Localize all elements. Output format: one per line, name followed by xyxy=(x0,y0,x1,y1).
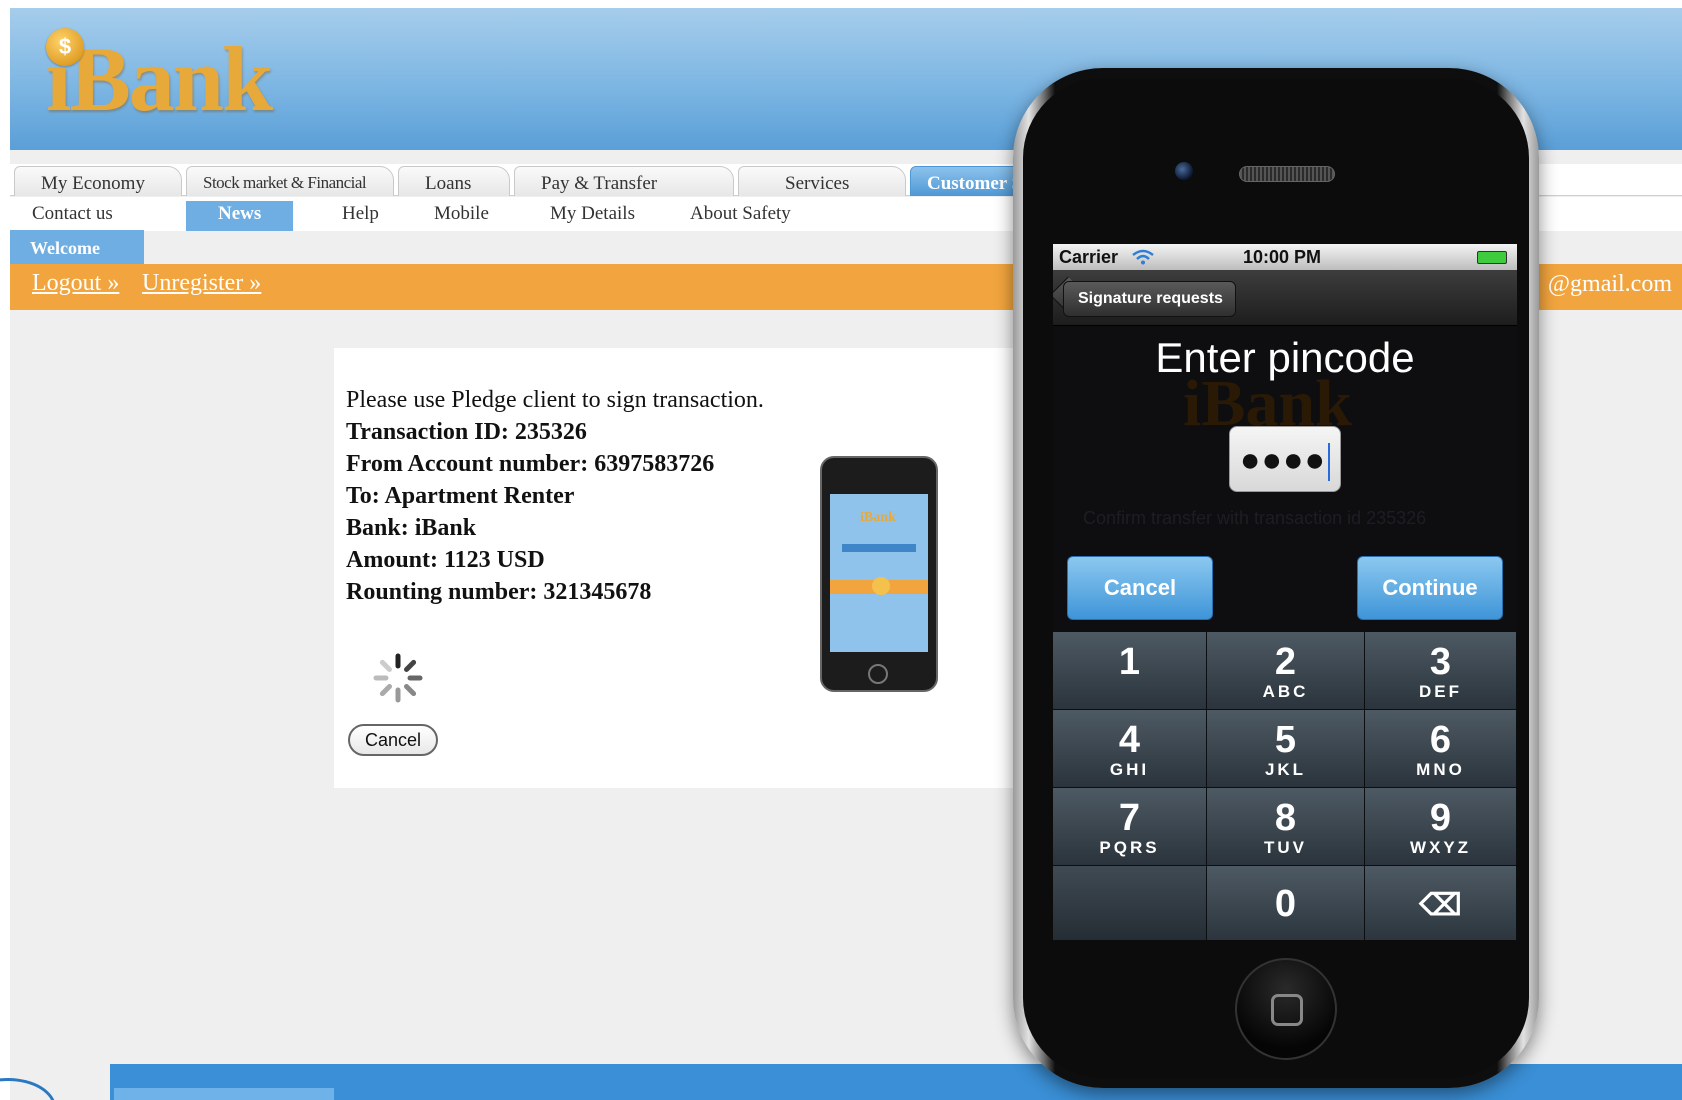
back-button[interactable]: Signature requests xyxy=(1063,281,1236,317)
transaction-message: Please use Pledge client to sign transac… xyxy=(346,384,764,608)
wifi-icon xyxy=(1131,249,1155,270)
key-5[interactable]: 5 JKL xyxy=(1207,710,1365,788)
welcome-label: Welcome xyxy=(10,230,144,264)
key-0[interactable]: 0 xyxy=(1207,866,1365,940)
cancel-button[interactable]: Cancel xyxy=(348,724,438,756)
carrier-label: Carrier xyxy=(1059,247,1119,267)
phone-illustration: iBank xyxy=(820,456,938,692)
speaker-grille xyxy=(1239,166,1335,182)
phone-illustration-screen: iBank xyxy=(830,494,928,652)
key-7[interactable]: 7 PQRS xyxy=(1053,788,1207,866)
to-recipient: To: Apartment Renter xyxy=(346,483,575,509)
key-blank xyxy=(1053,866,1207,940)
subnav-mobile[interactable]: Mobile xyxy=(434,203,489,225)
text-caret xyxy=(1328,443,1331,482)
camera-icon xyxy=(1175,162,1193,180)
transaction-id: Transaction ID: 235326 xyxy=(346,419,587,445)
tab-pay-transfer[interactable]: Pay & Transfer xyxy=(514,166,734,196)
background-text: Confirm transfer with transaction id 235… xyxy=(1083,508,1427,528)
amount: Amount: 1123 USD xyxy=(346,547,545,573)
bank-name: Bank: iBank xyxy=(346,515,477,541)
pincode-title: Enter pincode xyxy=(1155,334,1415,381)
key-2[interactable]: 2 ABC xyxy=(1207,632,1365,710)
tab-stock-market[interactable]: Stock market & Financial xyxy=(186,166,394,196)
key-8[interactable]: 8 TUV xyxy=(1207,788,1365,866)
logout-link[interactable]: Logout » xyxy=(32,270,119,297)
pincode-input[interactable]: ●●●● xyxy=(1229,426,1341,492)
from-account: From Account number: 6397583726 xyxy=(346,451,715,477)
home-button-icon[interactable] xyxy=(1235,958,1337,1060)
numeric-keypad: 1 2 ABC 3 DEF 4 GHI 5 JKL 6 MNO 7 PQRS 8 TUV 9W… xyxy=(1053,632,1517,940)
routing-number: Rounting number: 321345678 xyxy=(346,579,652,605)
unregister-link[interactable]: Unregister » xyxy=(142,270,261,297)
user-email: @gmail.com xyxy=(1547,271,1672,297)
key-4[interactable]: 4 GHI xyxy=(1053,710,1207,788)
status-bar: Carrier 10:00 PM xyxy=(1053,244,1517,270)
phone-illustration-home-icon xyxy=(868,664,888,684)
pincode-value: ●●●● xyxy=(1239,441,1327,479)
nav-bar: Signature requests xyxy=(1053,270,1517,326)
battery-icon xyxy=(1477,251,1507,264)
subnav-about-safety[interactable]: About Safety xyxy=(690,203,791,225)
coin-icon: $ xyxy=(46,28,84,66)
message-intro: Please use Pledge client to sign transac… xyxy=(346,387,764,413)
tab-customer-service[interactable]: Customer S xyxy=(910,166,1030,196)
iphone-screen: Carrier 10:00 PM Signature requests iBan… xyxy=(1053,244,1517,940)
cancel-button[interactable]: Cancel xyxy=(1067,556,1213,620)
subnav-my-details[interactable]: My Details xyxy=(550,203,635,225)
subnav-help[interactable]: Help xyxy=(342,203,379,225)
phone-illustration-logo: iBank xyxy=(860,510,896,525)
key-3[interactable]: 3 DEF xyxy=(1365,632,1517,710)
tab-services[interactable]: Services xyxy=(738,166,906,196)
status-time: 10:00 PM xyxy=(1243,247,1322,267)
key-1[interactable]: 1 xyxy=(1053,632,1207,710)
key-9[interactable]: 9 WXYZ xyxy=(1365,788,1517,866)
transaction-panel: Please use Pledge client to sign transac… xyxy=(334,348,1034,788)
tab-my-economy[interactable]: My Economy xyxy=(14,166,182,196)
iphone-device: Carrier 10:00 PM Signature requests iBan… xyxy=(1013,68,1539,1088)
subnav-contact-us[interactable]: Contact us xyxy=(32,203,113,225)
home-square xyxy=(1271,994,1303,1026)
key-6[interactable]: 6 MNO xyxy=(1365,710,1517,788)
tab-loans[interactable]: Loans xyxy=(398,166,510,196)
iphone-bezel: Carrier 10:00 PM Signature requests iBan… xyxy=(1023,78,1529,1078)
footer-tab xyxy=(114,1088,334,1100)
continue-button[interactable]: Continue xyxy=(1357,556,1503,620)
spinner-icon xyxy=(373,653,423,703)
phone-illustration-bar xyxy=(842,544,916,552)
backspace-icon[interactable]: ⌫ xyxy=(1365,866,1517,940)
subnav-news[interactable]: News xyxy=(186,201,294,231)
phone-illustration-coin xyxy=(872,577,890,595)
